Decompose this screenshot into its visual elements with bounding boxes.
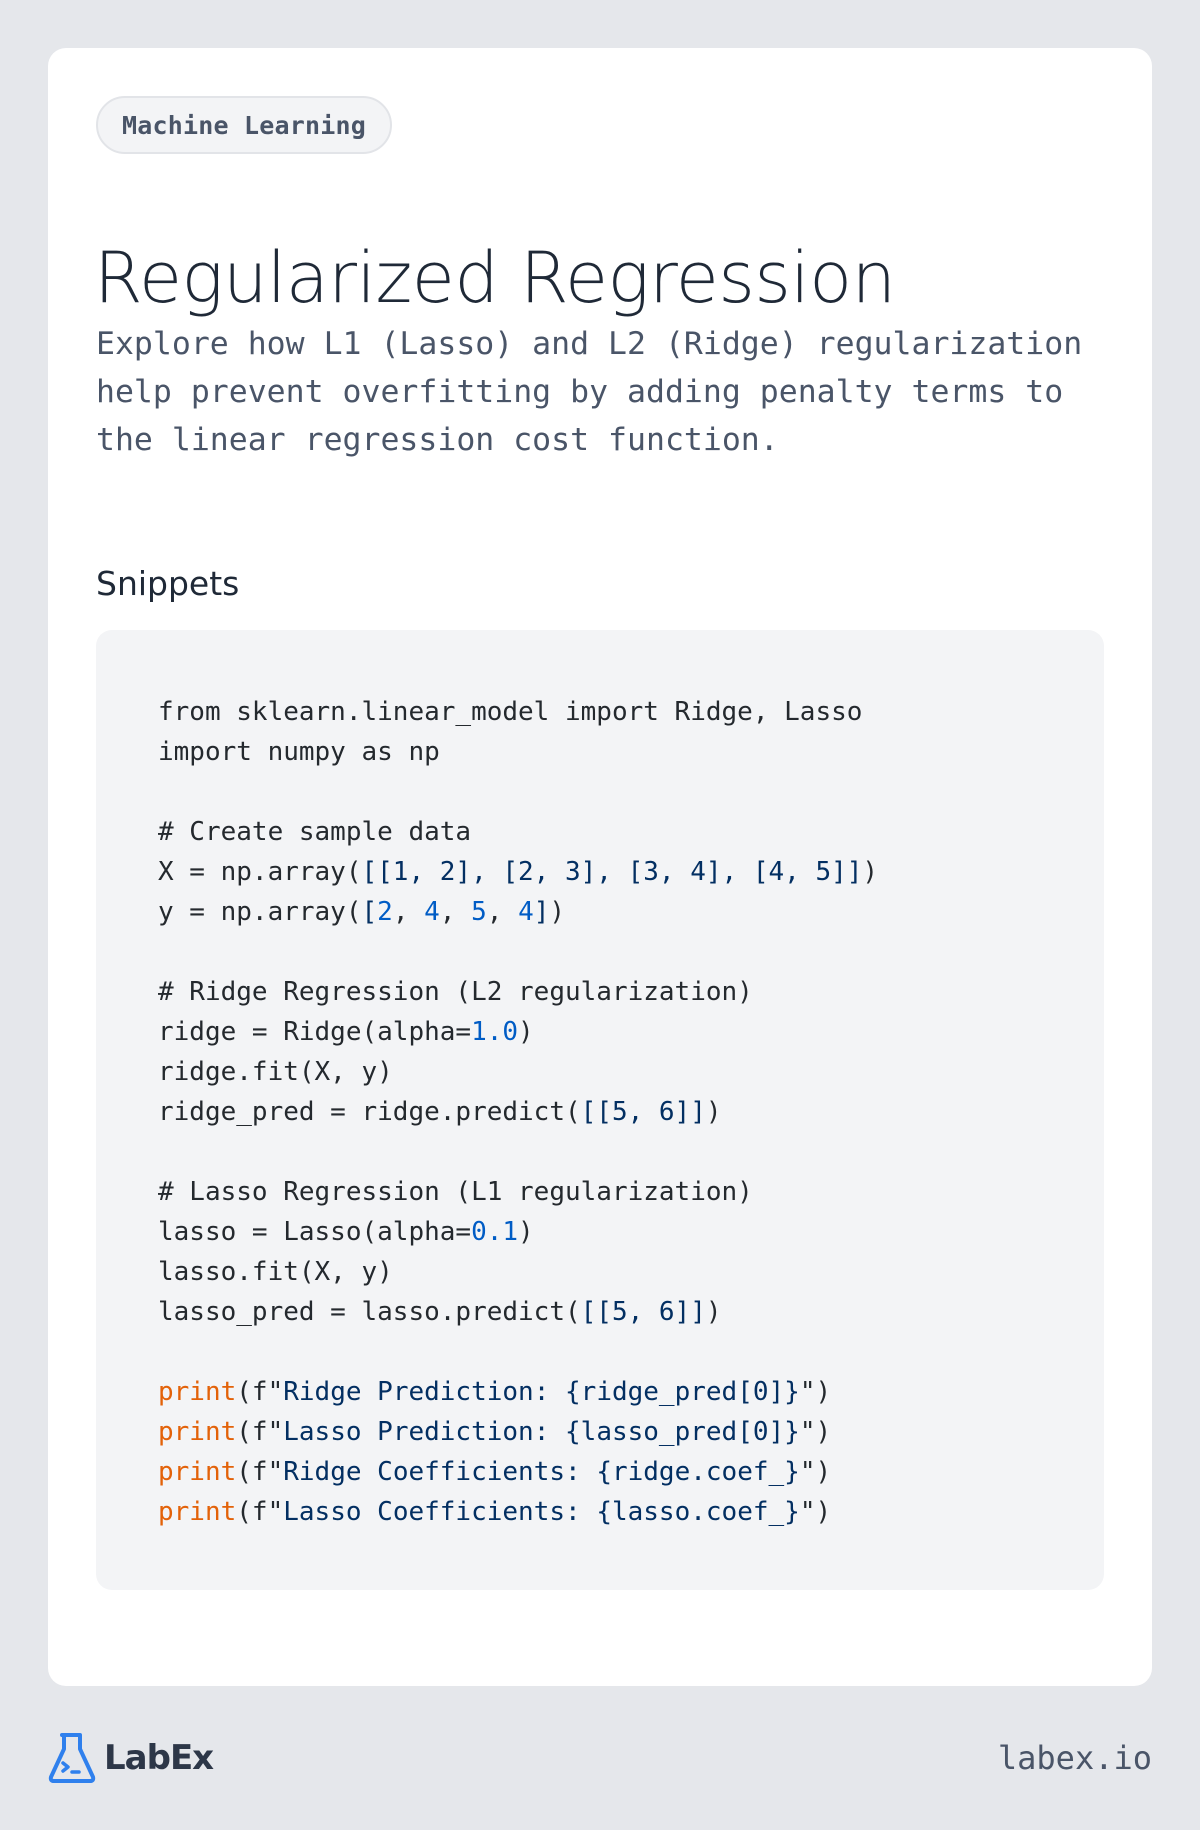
- code-token: ): [862, 857, 879, 887]
- code-token: lasso = Lasso(alpha=: [158, 1217, 472, 1247]
- code-token: [[1, 2], [2, 3], [3, 4], [4, 5]]: [361, 857, 863, 887]
- code-content: from sklearn.linear_model import Ridge, …: [158, 692, 1104, 1532]
- code-token: Lasso Coefficients: {lasso.coef_}: [283, 1497, 800, 1527]
- code-token: (f": [236, 1417, 284, 1447]
- code-line: # Lasso Regression (L1 regularization): [158, 1172, 1104, 1212]
- code-line: import numpy as np: [158, 732, 1104, 772]
- code-line: print(f"Ridge Prediction: {ridge_pred[0]…: [158, 1372, 1104, 1412]
- code-token: ): [705, 1097, 722, 1127]
- code-token: "): [799, 1377, 832, 1407]
- code-line: ridge = Ridge(alpha=1.0): [158, 1012, 1104, 1052]
- code-line: ridge.fit(X, y): [158, 1052, 1104, 1092]
- page-description: Explore how L1 (Lasso) and L2 (Ridge) re…: [96, 326, 1083, 458]
- code-token: print: [158, 1377, 237, 1407]
- code-token: [[5, 6]]: [580, 1297, 706, 1327]
- code-token: ): [705, 1297, 722, 1327]
- code-token: Ridge Coefficients: {ridge.coef_}: [283, 1457, 800, 1487]
- code-snippet[interactable]: from sklearn.linear_model import Ridge, …: [96, 630, 1104, 1590]
- content-card: Machine Learning Regularized Regression …: [48, 48, 1152, 1686]
- code-token: ): [518, 1017, 534, 1047]
- code-token: (f": [236, 1497, 284, 1527]
- code-token: ridge_pred = ridge.predict(: [158, 1097, 581, 1127]
- code-line: y = np.array([2, 4, 5, 4]): [158, 892, 1104, 932]
- code-token: (f": [236, 1457, 284, 1487]
- code-line: from sklearn.linear_model import Ridge, …: [158, 692, 1104, 732]
- code-token: "): [799, 1457, 832, 1487]
- code-token: Ridge Prediction: {ridge_pred[0]}: [283, 1377, 800, 1407]
- code-token: print: [158, 1457, 237, 1487]
- code-line: X = np.array([[1, 2], [2, 3], [3, 4], [4…: [158, 852, 1104, 892]
- category-badge-label: Machine Learning: [122, 110, 367, 140]
- code-line: print(f"Ridge Coefficients: {ridge.coef_…: [158, 1452, 1104, 1492]
- code-token: ,: [392, 897, 425, 927]
- labex-logo[interactable]: LabEx: [48, 1732, 214, 1784]
- code-token: 5: [471, 897, 487, 927]
- code-token: y = np.array(: [158, 897, 362, 927]
- code-token: (f": [236, 1377, 284, 1407]
- code-token: 4: [518, 897, 534, 927]
- code-line: # Create sample data: [158, 812, 1104, 852]
- code-line: print(f"Lasso Coefficients: {lasso.coef_…: [158, 1492, 1104, 1532]
- code-token: lasso_pred = lasso.predict(: [158, 1297, 581, 1327]
- code-token: ,: [486, 897, 519, 927]
- code-token: 2: [377, 897, 393, 927]
- category-badge[interactable]: Machine Learning: [96, 96, 393, 154]
- code-token: ridge.fit(X, y): [158, 1057, 393, 1087]
- code-token: "): [799, 1417, 832, 1447]
- code-token: # Lasso Regression (L1 regularization): [158, 1177, 753, 1207]
- code-token: lasso.fit(X, y): [158, 1257, 393, 1287]
- code-token: X = np.array(: [158, 857, 362, 887]
- code-token: ,: [439, 897, 472, 927]
- code-token: ): [549, 897, 566, 927]
- code-line: lasso_pred = lasso.predict([[5, 6]]): [158, 1292, 1104, 1332]
- code-token: ]: [533, 897, 550, 927]
- code-token: print: [158, 1497, 237, 1527]
- code-token: [: [361, 897, 378, 927]
- snippets-heading: Snippets: [96, 564, 240, 603]
- code-token: import numpy as np: [158, 737, 440, 767]
- code-line: # Ridge Regression (L2 regularization): [158, 972, 1104, 1012]
- code-token: 4: [424, 897, 440, 927]
- code-token: # Create sample data: [158, 817, 472, 847]
- code-token: from sklearn.linear_model import Ridge, …: [158, 697, 863, 727]
- code-token: 0.1: [471, 1217, 519, 1247]
- code-line: lasso.fit(X, y): [158, 1252, 1104, 1292]
- flask-terminal-icon: [48, 1733, 96, 1783]
- code-token: "): [799, 1497, 832, 1527]
- code-token: Lasso Prediction: {lasso_pred[0]}: [283, 1417, 800, 1447]
- code-line: ridge_pred = ridge.predict([[5, 6]]): [158, 1092, 1104, 1132]
- code-token: print: [158, 1417, 237, 1447]
- code-token: ridge = Ridge(alpha=: [158, 1017, 472, 1047]
- code-token: # Ridge Regression (L2 regularization): [158, 977, 753, 1007]
- brand-name: LabEx: [104, 1738, 214, 1778]
- code-line: lasso = Lasso(alpha=0.1): [158, 1212, 1104, 1252]
- code-token: ): [518, 1217, 534, 1247]
- site-url[interactable]: labex.io: [998, 1738, 1152, 1778]
- code-token: 1.0: [471, 1017, 519, 1047]
- page-title: Regularized Regression: [94, 237, 896, 319]
- code-line: print(f"Lasso Prediction: {lasso_pred[0]…: [158, 1412, 1104, 1452]
- code-token: [[5, 6]]: [580, 1097, 706, 1127]
